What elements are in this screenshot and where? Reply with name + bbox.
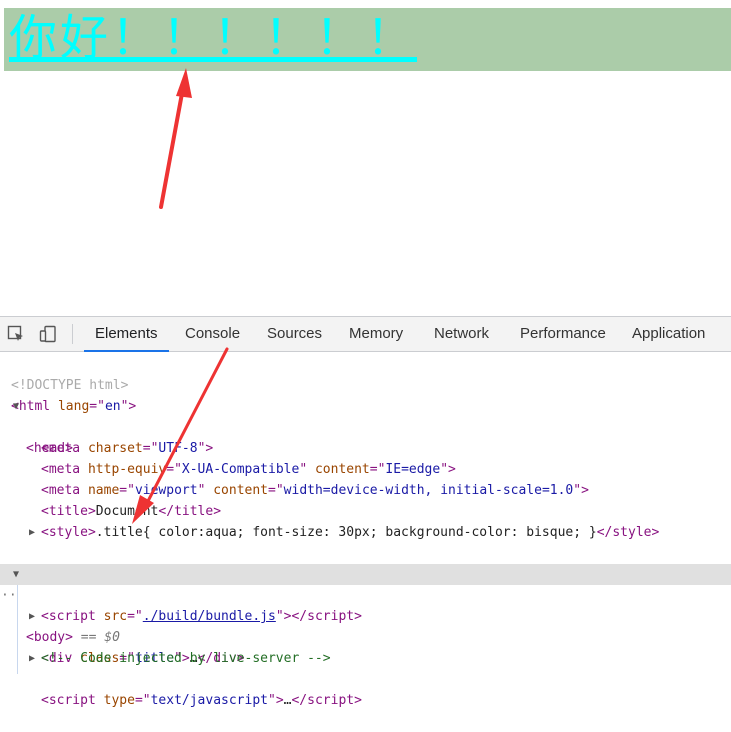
expand-triangle-icon[interactable]: ▶ — [29, 606, 35, 627]
toolbar-separator — [72, 324, 73, 344]
dom-line-script-inline[interactable]: ▶ <script type="text/javascript">…</scri… — [0, 648, 731, 708]
expand-triangle-icon[interactable]: ▶ — [29, 522, 35, 543]
device-toolbar-icon[interactable] — [39, 325, 57, 343]
dom-line-body[interactable]: ·· ▼ <body> == $0 — [0, 564, 731, 645]
tab-network[interactable]: Network — [434, 317, 489, 351]
tab-sources[interactable]: Sources — [267, 317, 322, 351]
dom-line-style-collapsed[interactable]: ▶ <style>…</style> — [0, 522, 731, 582]
dom-line-html[interactable]: <html lang="en"> — [0, 375, 731, 414]
devtools-panel: Elements Console Sources Memory Network … — [0, 316, 731, 708]
indent-guide — [17, 585, 18, 674]
tab-console[interactable]: Console — [185, 317, 240, 351]
dom-line-script-bundle[interactable]: <script src="./build/bundle.js"></script… — [0, 585, 731, 624]
page-heading-link[interactable]: 你好！！！！！！ — [9, 12, 417, 64]
expand-triangle-icon[interactable]: ▶ — [29, 648, 35, 669]
dom-line-comment[interactable]: <!-- Code injected by live-server --> — [0, 627, 731, 666]
expand-triangle-icon[interactable]: ▼ — [13, 564, 19, 585]
script-type-value: text/javascript — [150, 693, 268, 708]
dom-line-meta-viewport[interactable]: <meta name="viewport" content="width=dev… — [0, 459, 731, 498]
tab-application[interactable]: Application — [632, 317, 705, 351]
tab-elements[interactable]: Elements — [84, 317, 168, 352]
expand-triangle-icon[interactable]: ▼ — [13, 396, 19, 417]
dom-line-meta-charset[interactable]: <meta charset="UTF-8"> — [0, 417, 731, 456]
dom-line-meta-http-equiv[interactable]: <meta http-equiv="X-UA-Compatible" conte… — [0, 438, 731, 477]
dom-line-title[interactable]: <title>Document</title> — [0, 480, 731, 519]
devtools-toolbar: Elements Console Sources Memory Network … — [0, 317, 731, 352]
dom-line-div-title[interactable]: ▶ <div class="title">…</div> — [0, 606, 731, 666]
elements-tree: <!DOCTYPE html> <html lang="en"> ▼ <head… — [0, 352, 731, 708]
dom-line-doctype[interactable]: <!DOCTYPE html> — [0, 354, 731, 393]
tab-memory[interactable]: Memory — [349, 317, 403, 351]
dom-line-head[interactable]: ▼ <head> — [0, 396, 731, 456]
dom-line-head-close[interactable]: </head> — [0, 543, 731, 582]
title-banner: 你好！！！！！！ — [4, 8, 731, 71]
dom-line-style[interactable]: <style>.title{ color:aqua; font-size: 30… — [0, 501, 731, 540]
annotation-arrow-top — [159, 68, 192, 209]
tab-performance[interactable]: Performance — [520, 317, 606, 351]
inspect-element-icon[interactable] — [7, 325, 25, 343]
